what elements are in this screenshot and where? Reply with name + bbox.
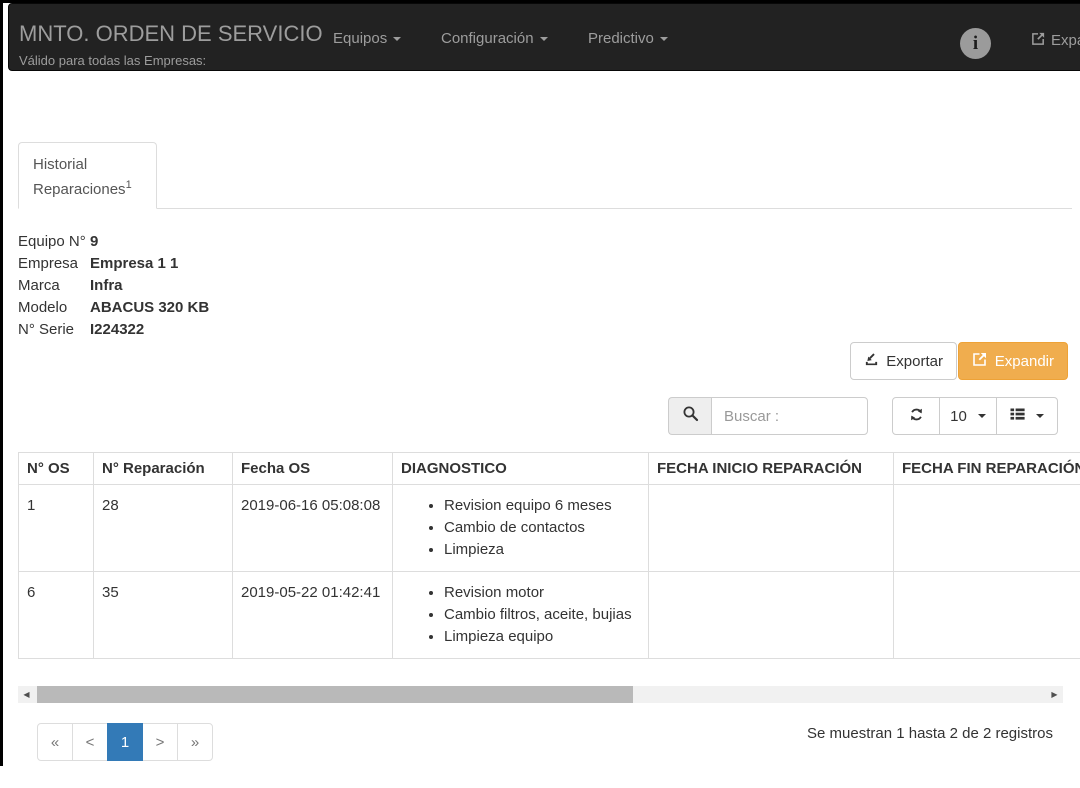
equipment-row: ModeloABACUS 320 KB bbox=[18, 297, 209, 319]
prev-page-button[interactable]: < bbox=[72, 723, 108, 761]
tab-superscript: 1 bbox=[126, 179, 132, 191]
info-icon: i bbox=[973, 34, 978, 53]
export-button[interactable]: Exportar bbox=[850, 342, 957, 380]
nav-menu-label: Configuración bbox=[441, 30, 534, 47]
diagnostico-item: Cambio filtros, aceite, bujias bbox=[444, 604, 640, 626]
equipment-value: Infra bbox=[90, 277, 123, 294]
table-cell: 6 bbox=[19, 572, 94, 659]
scroll-left-arrow-icon[interactable]: ◀ bbox=[18, 686, 35, 703]
diagnostico-cell: Revision equipo 6 mesesCambio de contact… bbox=[393, 485, 649, 572]
columns-list-icon bbox=[1010, 407, 1025, 425]
pagination: «<1>» bbox=[37, 723, 213, 761]
equipment-row: Equipo N°9 bbox=[18, 231, 209, 253]
expand-button-label: Expandir bbox=[995, 353, 1054, 370]
table-cell bbox=[649, 485, 894, 572]
scrollbar-thumb[interactable] bbox=[37, 686, 633, 703]
expand-icon bbox=[1031, 31, 1046, 50]
diagnostico-item: Limpieza equipo bbox=[444, 626, 640, 648]
diagnostico-item: Revision motor bbox=[444, 582, 640, 604]
refresh-button[interactable] bbox=[892, 397, 940, 435]
equipment-label: N° Serie bbox=[18, 319, 90, 341]
tab-historial-reparaciones[interactable]: Historial Reparaciones1 bbox=[18, 142, 157, 209]
equipment-label: Modelo bbox=[18, 297, 90, 319]
repairs-table-wrap: N° OSN° ReparaciónFecha OSDIAGNOSTICOFEC… bbox=[18, 452, 1080, 662]
page-size-dropdown[interactable]: 10 bbox=[939, 397, 997, 435]
diagnostico-item: Limpieza bbox=[444, 539, 640, 561]
chevron-down-icon bbox=[393, 37, 401, 41]
scrollbar-track[interactable] bbox=[35, 686, 1046, 703]
equipment-value: 9 bbox=[90, 233, 98, 250]
columns-dropdown[interactable] bbox=[996, 397, 1058, 435]
column-header: FECHA FIN REPARACIÓN bbox=[894, 453, 1080, 485]
table-cell: 2019-05-22 01:42:41 bbox=[233, 572, 393, 659]
equipment-label: Marca bbox=[18, 275, 90, 297]
nav-menu-label: Equipos bbox=[333, 30, 387, 47]
chevron-down-icon bbox=[1036, 414, 1044, 418]
refresh-icon bbox=[908, 406, 925, 427]
table-cell: 2019-06-16 05:08:08 bbox=[233, 485, 393, 572]
chevron-down-icon bbox=[660, 37, 668, 41]
column-header: DIAGNOSTICO bbox=[393, 453, 649, 485]
table-cell: 35 bbox=[94, 572, 233, 659]
column-header: Fecha OS bbox=[233, 453, 393, 485]
navbar: MNTO. ORDEN DE SERVICIO Válido para toda… bbox=[8, 3, 1080, 71]
horizontal-scrollbar: ◀ ▶ bbox=[18, 686, 1063, 703]
table-cell bbox=[894, 572, 1080, 659]
next-page-button[interactable]: > bbox=[142, 723, 178, 761]
expand-icon bbox=[972, 351, 988, 371]
search-icon bbox=[682, 405, 699, 427]
export-icon bbox=[864, 352, 879, 371]
equipment-row: MarcaInfra bbox=[18, 275, 209, 297]
table-cell bbox=[649, 572, 894, 659]
table-cell: 1 bbox=[19, 485, 94, 572]
nav-menu-label: Predictivo bbox=[588, 30, 654, 47]
nav-menu-equipos[interactable]: Equipos bbox=[333, 30, 401, 47]
tabs-divider bbox=[18, 208, 1072, 209]
equipment-row: EmpresaEmpresa 1 1 bbox=[18, 253, 209, 275]
equipment-value: Empresa 1 1 bbox=[90, 255, 178, 272]
export-button-label: Exportar bbox=[886, 353, 943, 370]
search-input[interactable] bbox=[711, 397, 868, 435]
column-header: N° OS bbox=[19, 453, 94, 485]
page-1-button[interactable]: 1 bbox=[107, 723, 143, 761]
navbar-expand-label: Expandir bbox=[1051, 32, 1080, 49]
table-row[interactable]: 1282019-06-16 05:08:08Revision equipo 6 … bbox=[19, 485, 1080, 572]
page-size-value: 10 bbox=[950, 408, 967, 425]
equipment-value: ABACUS 320 KB bbox=[90, 299, 209, 316]
nav-menu-configuraci-n[interactable]: Configuración bbox=[441, 30, 548, 47]
navbar-expand-link[interactable]: Expandir bbox=[1031, 31, 1080, 50]
equipment-label: Empresa bbox=[18, 253, 90, 275]
app-title: MNTO. ORDEN DE SERVICIO bbox=[19, 21, 323, 47]
equipment-info: Equipo N°9EmpresaEmpresa 1 1MarcaInfraMo… bbox=[18, 231, 209, 341]
search-group bbox=[668, 397, 868, 435]
info-button[interactable]: i bbox=[960, 28, 991, 59]
equipment-value: I224322 bbox=[90, 321, 144, 338]
table-cell bbox=[894, 485, 1080, 572]
scroll-right-arrow-icon[interactable]: ▶ bbox=[1046, 686, 1063, 703]
equipment-label: Equipo N° bbox=[18, 231, 90, 253]
last-page-button[interactable]: » bbox=[177, 723, 213, 761]
search-addon bbox=[668, 397, 711, 435]
nav-menu-predictivo[interactable]: Predictivo bbox=[588, 30, 668, 47]
repairs-table: N° OSN° ReparaciónFecha OSDIAGNOSTICOFEC… bbox=[18, 452, 1080, 659]
table-cell: 28 bbox=[94, 485, 233, 572]
chevron-down-icon bbox=[978, 414, 986, 418]
column-header: FECHA INICIO REPARACIÓN bbox=[649, 453, 894, 485]
app-screen: MNTO. ORDEN DE SERVICIO Válido para toda… bbox=[0, 0, 1080, 788]
diagnostico-item: Cambio de contactos bbox=[444, 517, 640, 539]
records-summary: Se muestran 1 hasta 2 de 2 registros bbox=[807, 725, 1053, 742]
tab-label: Historial Reparaciones bbox=[33, 156, 126, 198]
expand-button[interactable]: Expandir bbox=[958, 342, 1068, 380]
table-controls: 10 bbox=[892, 397, 1058, 435]
first-page-button[interactable]: « bbox=[37, 723, 73, 761]
column-header: N° Reparación bbox=[94, 453, 233, 485]
diagnostico-cell: Revision motorCambio filtros, aceite, bu… bbox=[393, 572, 649, 659]
diagnostico-item: Revision equipo 6 meses bbox=[444, 495, 640, 517]
chevron-down-icon bbox=[540, 37, 548, 41]
equipment-row: N° SerieI224322 bbox=[18, 319, 209, 341]
app-subtitle: Válido para todas las Empresas: bbox=[19, 53, 206, 68]
table-row[interactable]: 6352019-05-22 01:42:41Revision motorCamb… bbox=[19, 572, 1080, 659]
window-left-edge bbox=[0, 0, 3, 766]
